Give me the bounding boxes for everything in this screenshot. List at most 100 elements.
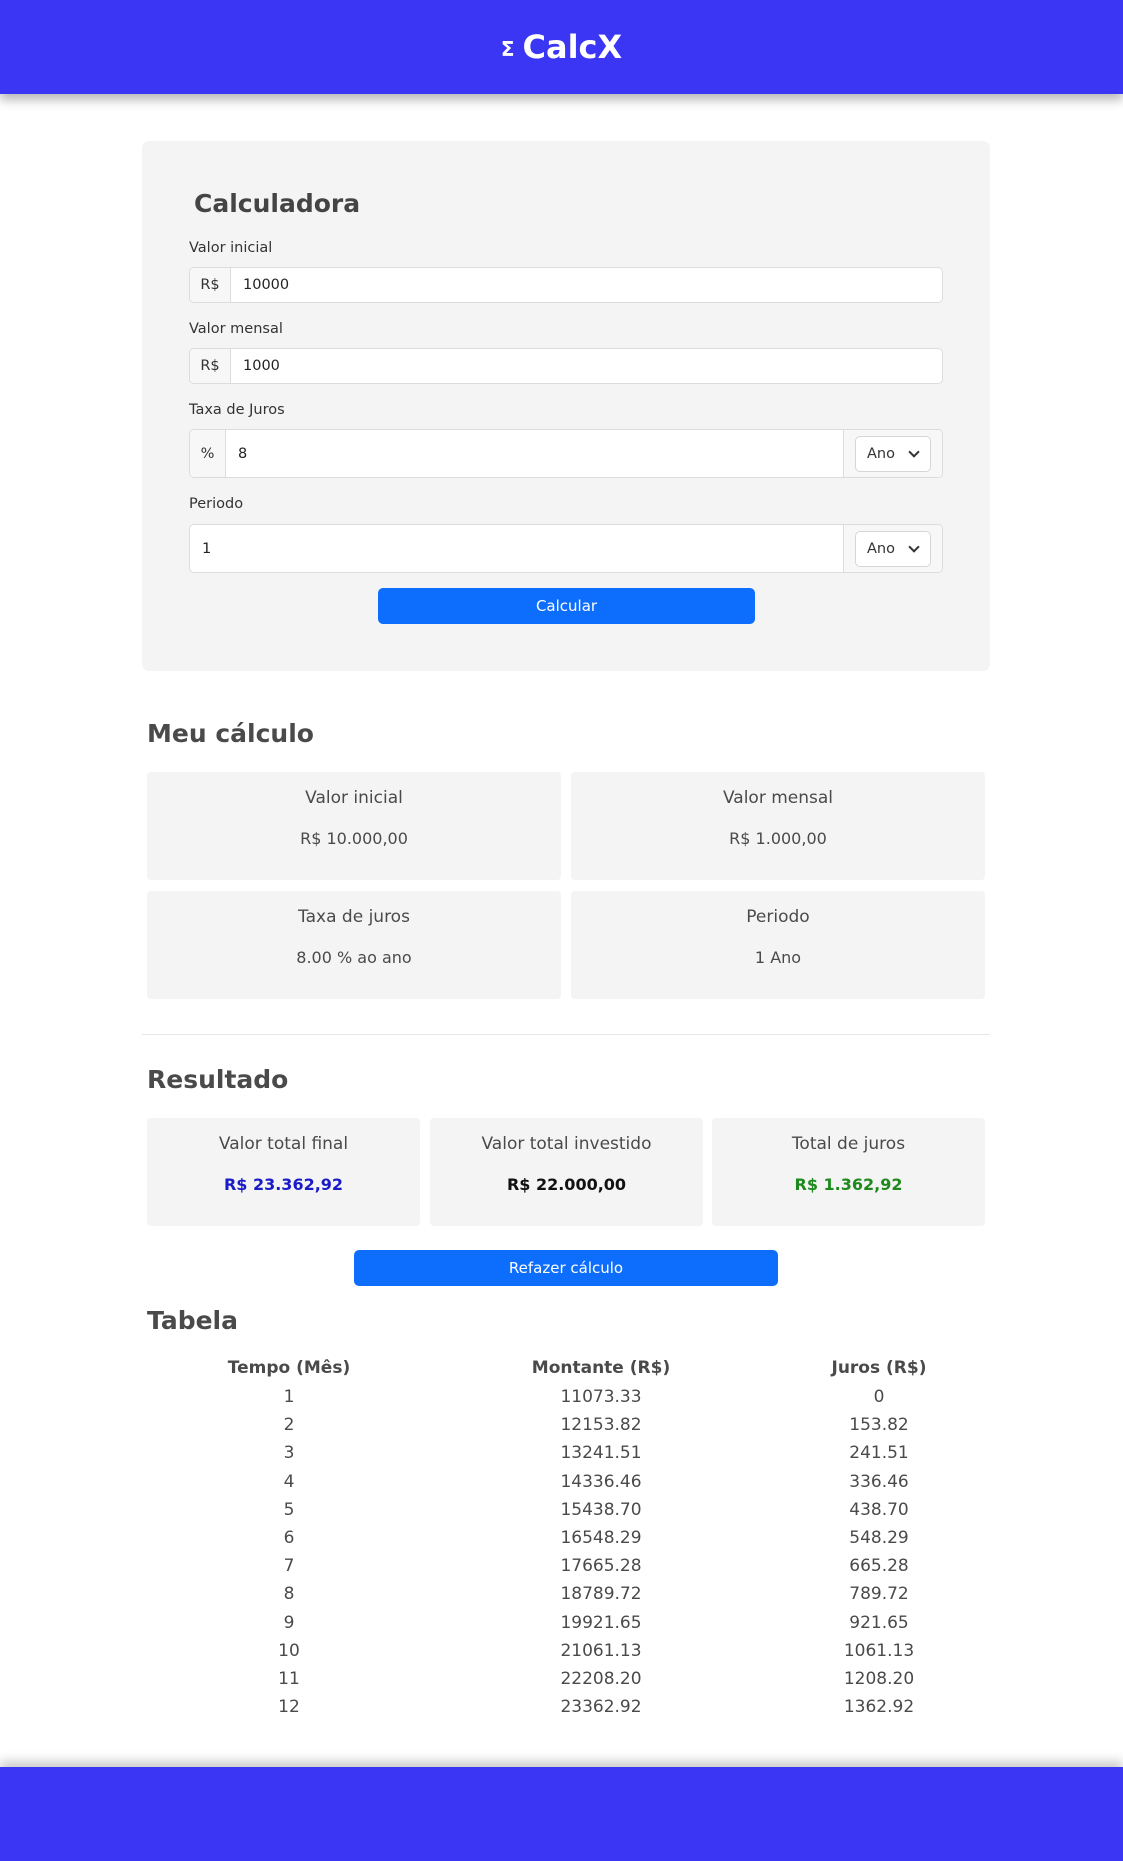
table-row: 9 19921.65 921.65	[147, 1609, 987, 1637]
cell-month: 9	[283, 1612, 295, 1633]
summary-period-label: Periodo	[746, 907, 810, 927]
table-row: 6 16548.29 548.29	[147, 1524, 987, 1552]
table-row: 5 15438.70 438.70	[147, 1496, 987, 1524]
result-invested-card: Valor total investido R$ 22.000,00	[430, 1118, 703, 1226]
result-title: Resultado	[147, 1065, 289, 1094]
period-unit-wrapper: Ano	[843, 525, 942, 572]
chevron-down-icon	[908, 445, 920, 458]
table-row: 8 18789.72 789.72	[147, 1580, 987, 1608]
initial-value-input[interactable]	[231, 268, 942, 302]
cell-month: 2	[283, 1415, 295, 1436]
initial-value-label: Valor inicial	[189, 240, 273, 256]
cell-interest: 336.46	[849, 1471, 909, 1492]
footer-bar	[0, 1767, 1123, 1861]
section-divider	[142, 1034, 990, 1035]
cell-month: 4	[283, 1471, 295, 1492]
cell-interest: 789.72	[849, 1584, 909, 1605]
cell-month: 5	[283, 1499, 295, 1520]
calculator-card: Calculadora Valor inicial R$ Valor mensa…	[142, 141, 990, 671]
table-row: 4 14336.46 336.46	[147, 1468, 987, 1496]
cell-interest: 1061.13	[843, 1640, 915, 1661]
cell-amount: 14336.46	[560, 1471, 642, 1492]
summary-rate-value: 8.00 % ao ano	[296, 948, 412, 967]
cell-month: 12	[278, 1697, 300, 1718]
summary-monthly-value: R$ 1.000,00	[729, 829, 827, 848]
header-time: Tempo (Mês)	[227, 1358, 351, 1378]
summary-title: Meu cálculo	[147, 719, 314, 748]
rate-unit-wrapper: Ano	[843, 430, 942, 477]
period-unit-select[interactable]: Ano	[855, 530, 931, 567]
cell-amount: 16548.29	[560, 1528, 642, 1549]
cell-interest: 665.28	[849, 1556, 909, 1577]
summary-rate-label: Taxa de juros	[298, 907, 410, 927]
brand-name: CalcX	[522, 28, 623, 66]
interest-rate-label: Taxa de Juros	[189, 402, 285, 418]
interest-rate-group: % Ano	[189, 429, 943, 478]
results-table: Tempo (Mês) Montante (R$) Juros (R$) 1 11…	[147, 1353, 987, 1721]
header-interest: Juros (R$)	[831, 1358, 927, 1378]
summary-monthly-label: Valor mensal	[722, 788, 834, 808]
cell-interest: 438.70	[849, 1499, 909, 1520]
summary-initial-label: Valor inicial	[305, 788, 403, 808]
cell-interest: 921.65	[849, 1612, 909, 1633]
result-interest-card: Total de juros R$ 1.362,92	[712, 1118, 985, 1226]
cell-month: 6	[283, 1528, 295, 1549]
summary-monthly-card: Valor mensal R$ 1.000,00	[571, 772, 985, 880]
percent-prefix: %	[190, 430, 226, 477]
result-final-value: R$ 23.362,92	[223, 1175, 344, 1194]
header-amount: Montante (R$)	[531, 1358, 671, 1378]
summary-period-value: 1 Ano	[754, 948, 802, 967]
table-row: 1 11073.33 0	[147, 1383, 987, 1411]
summary-period-card: Periodo 1 Ano	[571, 891, 985, 999]
period-unit-value: Ano	[867, 540, 895, 557]
cell-amount: 18789.72	[560, 1584, 642, 1605]
cell-amount: 13241.51	[560, 1443, 642, 1464]
cell-amount: 21061.13	[560, 1640, 642, 1661]
table-row: 10 21061.13 1061.13	[147, 1637, 987, 1665]
chevron-down-icon	[908, 540, 920, 553]
cell-amount: 19921.65	[560, 1612, 642, 1633]
calculate-button[interactable]: Calcular	[378, 588, 755, 624]
rate-unit-value: Ano	[867, 445, 895, 462]
cell-amount: 12153.82	[560, 1415, 642, 1436]
period-group: Ano	[189, 524, 943, 573]
currency-prefix: R$	[190, 349, 231, 383]
cell-month: 8	[283, 1584, 295, 1605]
table-row: 2 12153.82 153.82	[147, 1411, 987, 1439]
cell-amount: 23362.92	[560, 1697, 642, 1718]
cell-month: 7	[283, 1556, 295, 1577]
cell-interest: 1208.20	[843, 1668, 915, 1689]
top-navbar: Σ CalcX	[0, 0, 1123, 94]
rate-unit-select[interactable]: Ano	[855, 435, 931, 472]
table-row: 7 17665.28 665.28	[147, 1552, 987, 1580]
table-header-row: Tempo (Mês) Montante (R$) Juros (R$)	[147, 1353, 987, 1383]
interest-rate-input[interactable]	[226, 430, 843, 477]
monthly-value-group: R$	[189, 348, 943, 384]
result-final-card: Valor total final R$ 23.362,92	[147, 1118, 420, 1226]
cell-month: 10	[278, 1640, 300, 1661]
cell-interest: 1362.92	[843, 1697, 915, 1718]
cell-month: 3	[283, 1443, 295, 1464]
summary-initial-value: R$ 10.000,00	[300, 829, 408, 848]
table-title: Tabela	[147, 1306, 238, 1335]
brand-logo[interactable]: Σ CalcX	[501, 28, 622, 66]
cell-month: 1	[283, 1387, 295, 1408]
result-final-label: Valor total final	[218, 1134, 349, 1154]
cell-interest: 153.82	[849, 1415, 909, 1436]
result-invested-value: R$ 22.000,00	[506, 1175, 627, 1194]
summary-rate-card: Taxa de juros 8.00 % ao ano	[147, 891, 561, 999]
result-interest-label: Total de juros	[791, 1134, 906, 1154]
monthly-value-input[interactable]	[231, 349, 942, 383]
cell-interest: 548.29	[849, 1528, 909, 1549]
currency-prefix: R$	[190, 268, 231, 302]
cell-interest: 241.51	[849, 1443, 909, 1464]
calculator-title: Calculadora	[194, 189, 361, 218]
period-input[interactable]	[190, 525, 843, 572]
summary-initial-card: Valor inicial R$ 10.000,00	[147, 772, 561, 880]
result-interest-value: R$ 1.362,92	[794, 1175, 903, 1194]
cell-amount: 11073.33	[560, 1387, 642, 1408]
redo-calculation-button[interactable]: Refazer cálculo	[354, 1250, 778, 1286]
cell-amount: 17665.28	[560, 1556, 642, 1577]
cell-amount: 15438.70	[560, 1499, 642, 1520]
cell-interest: 0	[873, 1387, 885, 1408]
